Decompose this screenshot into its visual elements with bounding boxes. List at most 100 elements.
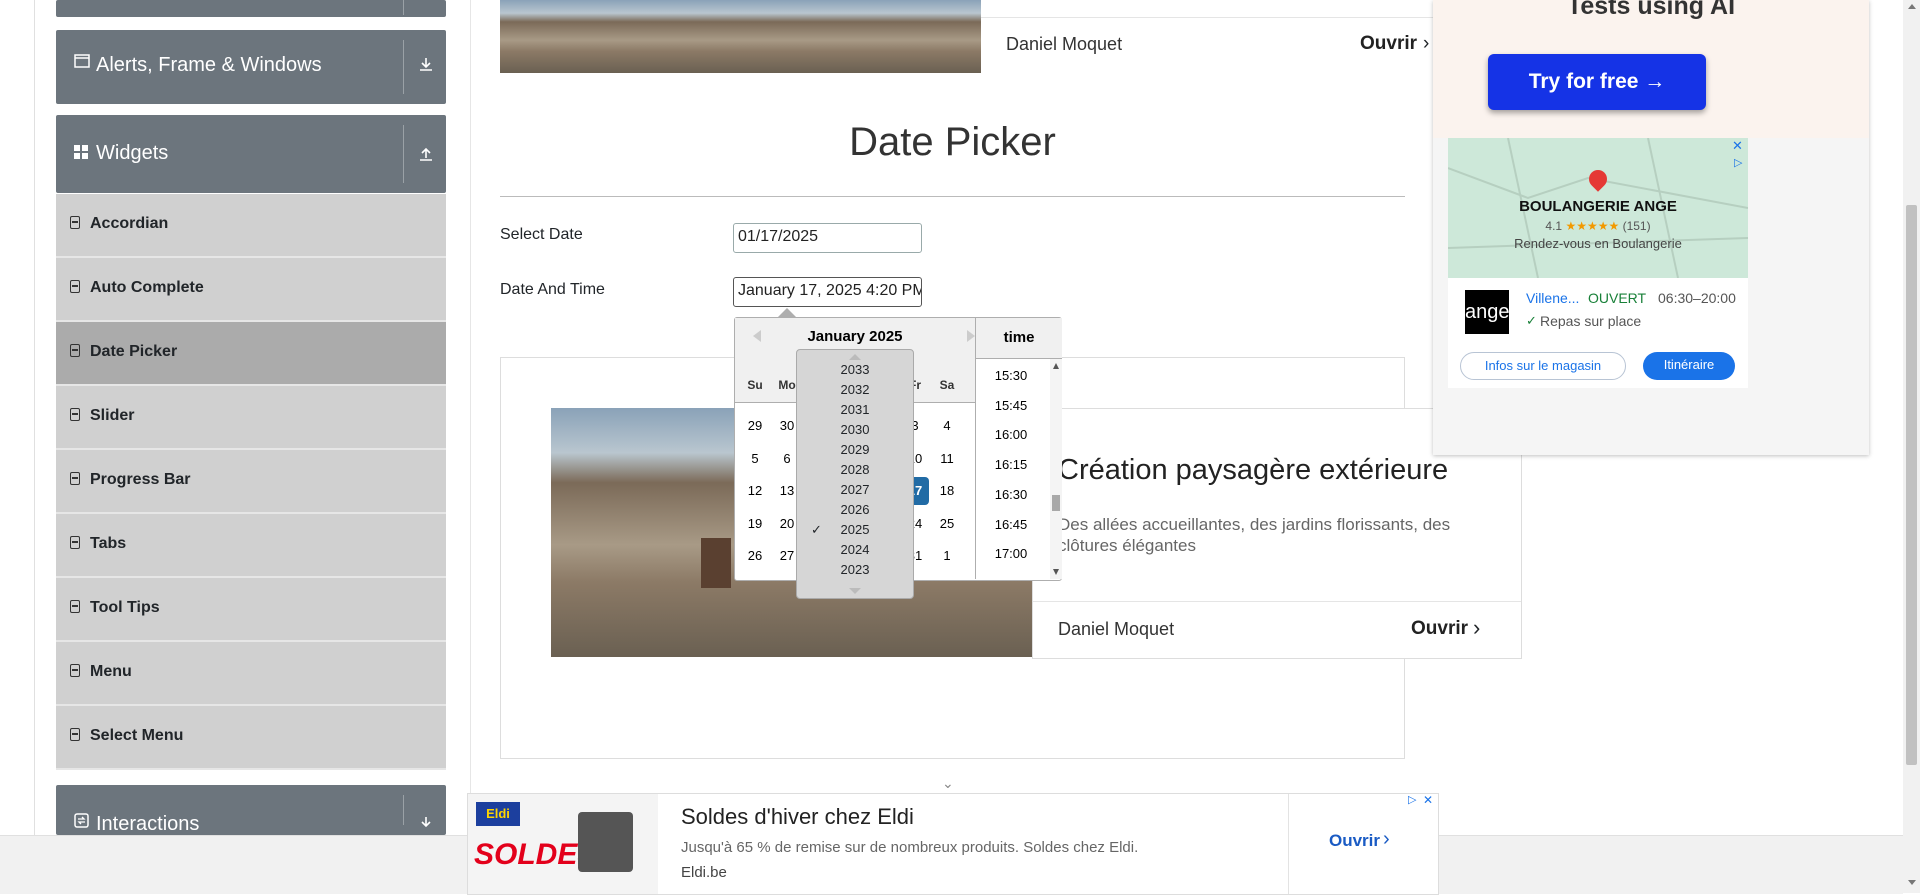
- date-time-input[interactable]: January 17, 2025 4:20 PM: [733, 277, 922, 307]
- year-up-icon[interactable]: [849, 354, 861, 360]
- datepicker-month[interactable]: January 2025: [735, 328, 975, 345]
- scroll-up-icon[interactable]: [1908, 4, 1916, 9]
- window-icon: [74, 54, 90, 73]
- year-option[interactable]: 2033: [797, 362, 913, 377]
- year-option[interactable]: 2027: [797, 482, 913, 497]
- ad-card-cta[interactable]: Ouvrir: [1411, 618, 1468, 640]
- sidebar-item-progress-bar[interactable]: Progress Bar: [56, 450, 446, 514]
- bottom-ad-cta[interactable]: Ouvrir: [1329, 831, 1380, 851]
- scroll-down-icon[interactable]: [1908, 880, 1916, 885]
- year-option[interactable]: 2029: [797, 442, 913, 457]
- calendar-day[interactable]: 11: [933, 445, 961, 473]
- download-arrow-icon[interactable]: [416, 815, 436, 836]
- time-option[interactable]: 16:30: [976, 487, 1046, 502]
- title-divider: [500, 196, 1405, 197]
- html-file-icon: [70, 344, 80, 357]
- year-option[interactable]: 2026: [797, 502, 913, 517]
- year-option[interactable]: 2023: [797, 562, 913, 577]
- left-gutter-line: [34, 0, 35, 835]
- calendar-day[interactable]: 12: [741, 477, 769, 505]
- time-option[interactable]: 15:45: [976, 398, 1046, 413]
- bottom-ad[interactable]: Eldi SOLDES! Soldes d'hiver chez Eldi Ju…: [467, 793, 1439, 895]
- time-option[interactable]: 16:00: [976, 427, 1046, 442]
- time-header: time: [975, 318, 1062, 359]
- sidebar-item-auto-complete[interactable]: Auto Complete: [56, 258, 446, 322]
- html-file-icon: [70, 600, 80, 613]
- time-scrollbar[interactable]: [1050, 359, 1062, 579]
- time-option[interactable]: 16:45: [976, 517, 1046, 532]
- adchoices-icon[interactable]: ▷: [1408, 793, 1416, 806]
- year-down-icon[interactable]: [849, 588, 861, 594]
- year-option[interactable]: 2030: [797, 422, 913, 437]
- eldi-ad-image: Eldi SOLDES!: [468, 794, 658, 894]
- calendar-day[interactable]: 4: [933, 412, 961, 440]
- next-month-icon[interactable]: [967, 330, 975, 342]
- datepicker-pointer: [778, 308, 796, 317]
- top-ad-cta[interactable]: Ouvrir: [1360, 33, 1417, 55]
- store-name: BOULANGERIE ANGE: [1519, 198, 1677, 215]
- check-icon: ✓: [1526, 313, 1537, 328]
- interactions-icon: [74, 813, 89, 833]
- sidebar-item-menu[interactable]: Menu: [56, 642, 446, 706]
- bottom-ad-description: Jusqu'à 65 % de remise sur de nombreux p…: [681, 839, 1139, 856]
- sidebar-group-widgets[interactable]: Widgets: [56, 115, 446, 193]
- chevron-right-icon: ›: [1473, 615, 1481, 640]
- top-ad-card[interactable]: Daniel Moquet Ouvrir ›: [981, 0, 1434, 73]
- top-ad-image[interactable]: [500, 0, 981, 73]
- scroll-up-icon[interactable]: [1053, 363, 1059, 369]
- weekday-label: Su: [747, 378, 763, 392]
- download-arrow-icon[interactable]: [416, 56, 436, 77]
- year-dropdown[interactable]: 2033 2032 2031 2030 2029 2028 2027 2026 2025 ✓ 202…: [796, 349, 914, 599]
- calendar-day[interactable]: 26: [741, 542, 769, 570]
- close-icon[interactable]: ✕: [1732, 138, 1743, 154]
- calendar-day[interactable]: 19: [741, 510, 769, 538]
- year-option[interactable]: 2031: [797, 402, 913, 417]
- map-preview[interactable]: BOULANGERIE ANGE 4.1 ★★★★★ (151) Rendez-…: [1448, 138, 1748, 278]
- calendar-day[interactable]: 25: [933, 510, 961, 538]
- scroll-down-icon[interactable]: [1053, 569, 1059, 575]
- sidebar-group-alerts[interactable]: Alerts, Frame & Windows: [56, 30, 446, 104]
- page-scroll-thumb[interactable]: [1906, 205, 1917, 765]
- chevron-down-icon[interactable]: ⌄: [942, 775, 954, 792]
- calendar-day[interactable]: 5: [741, 445, 769, 473]
- calendar-day[interactable]: 18: [933, 477, 961, 505]
- time-option[interactable]: 17:00: [976, 546, 1046, 561]
- sidebar-item-select-menu[interactable]: Select Menu: [56, 706, 446, 770]
- store-location[interactable]: Villene...: [1526, 290, 1579, 306]
- store-logo: ange: [1465, 290, 1510, 334]
- calendar-day[interactable]: 1: [933, 542, 961, 570]
- html-file-icon: [70, 536, 80, 549]
- bottom-ad-domain: Eldi.be: [681, 864, 727, 881]
- calendar-day[interactable]: 29: [741, 412, 769, 440]
- sidebar-group-previous[interactable]: [56, 0, 446, 17]
- sidebar-item-tabs[interactable]: Tabs: [56, 514, 446, 578]
- year-option[interactable]: 2024: [797, 542, 913, 557]
- store-info-button[interactable]: Infos sur le magasin: [1460, 352, 1626, 380]
- year-option[interactable]: 2028: [797, 462, 913, 477]
- try-for-free-button[interactable]: Try for free →: [1488, 54, 1706, 110]
- top-ad-author: Daniel Moquet: [1006, 34, 1123, 54]
- sidebar-group-interactions[interactable]: Interactions: [56, 785, 446, 835]
- year-option[interactable]: 2032: [797, 382, 913, 397]
- time-list: 15:30 15:45 16:00 16:15 16:30 16:45 17:00: [975, 359, 1062, 579]
- chevron-right-icon: ›: [1383, 828, 1390, 850]
- close-icon[interactable]: ✕: [1423, 793, 1433, 807]
- sidebar-item-slider[interactable]: Slider: [56, 386, 446, 450]
- itinerary-button[interactable]: Itinéraire: [1643, 352, 1735, 380]
- time-scroll-thumb[interactable]: [1052, 495, 1060, 511]
- time-option[interactable]: 16:15: [976, 457, 1046, 472]
- upload-arrow-icon[interactable]: [416, 145, 436, 166]
- store-service: Repas sur place: [1540, 313, 1642, 329]
- select-date-input[interactable]: 01/17/2025: [733, 223, 922, 253]
- sidebar-item-date-picker[interactable]: Date Picker: [56, 322, 446, 386]
- store-tagline: Rendez-vous en Boulangerie: [1514, 236, 1682, 251]
- weekday-label: Sa: [939, 378, 955, 392]
- html-file-icon: [70, 664, 80, 677]
- eldi-logo: Eldi: [476, 802, 520, 826]
- sidebar-item-tool-tips[interactable]: Tool Tips: [56, 578, 446, 642]
- check-icon: ✓: [811, 522, 822, 537]
- time-option[interactable]: 15:30: [976, 368, 1046, 383]
- adchoices-icon[interactable]: ▷: [1734, 156, 1742, 169]
- page-title: Date Picker: [849, 120, 1056, 164]
- sidebar-item-accordian[interactable]: Accordian: [56, 194, 446, 258]
